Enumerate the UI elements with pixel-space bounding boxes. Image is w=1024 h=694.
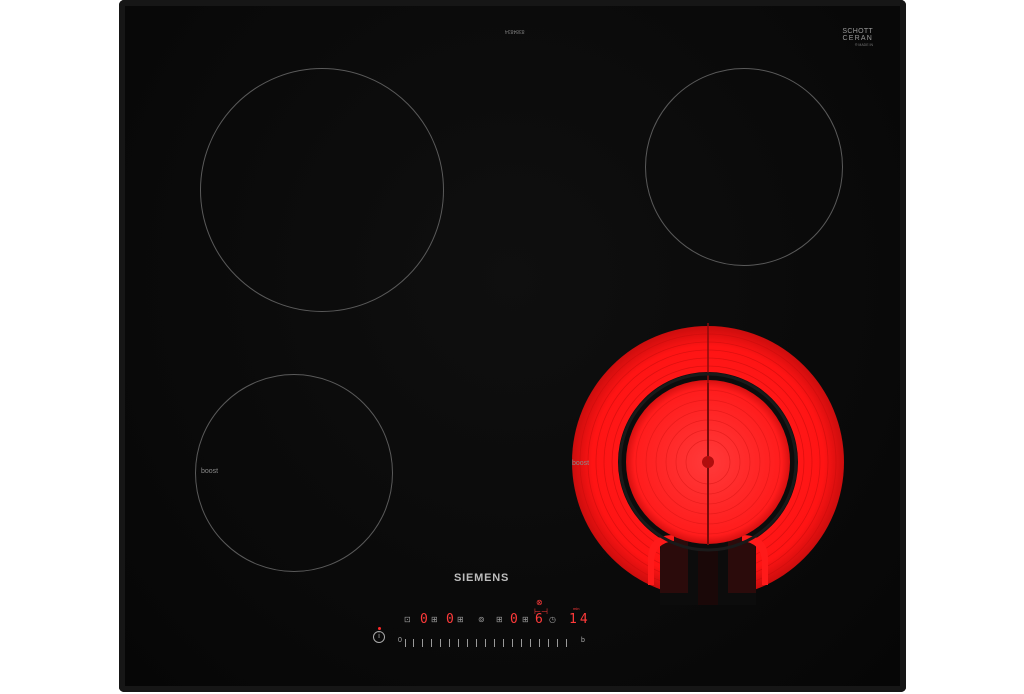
- glass-brand-line1: SCHOTT: [842, 28, 873, 35]
- hob-select-icon[interactable]: ⊡: [404, 616, 411, 624]
- zone-select-icon-4[interactable]: ⊞: [522, 616, 529, 624]
- glass-brand-line2: CERAN: [842, 35, 873, 42]
- display-zone-3: 0: [510, 612, 518, 627]
- glass-brand: SCHOTT CERAN ® MADE IN: [842, 28, 873, 48]
- power-slider[interactable]: [405, 637, 585, 647]
- display-zone-active: 6: [535, 612, 543, 627]
- slider-boost-label: b: [581, 637, 585, 644]
- boost-label-right: boost: [572, 460, 590, 467]
- display-zone-1: 0: [420, 612, 428, 627]
- cooking-zone-top-left: [200, 68, 444, 312]
- cooking-zone-top-right: [645, 68, 843, 266]
- zone-select-icon-3[interactable]: ⊞: [496, 616, 503, 624]
- zone-select-icon-2[interactable]: ⊞: [457, 616, 464, 624]
- zone-select-icon-1[interactable]: ⊞: [431, 616, 438, 624]
- timer-display: 14: [569, 612, 591, 627]
- slider-min-label: 0: [398, 637, 402, 644]
- glass-brand-line3: ® MADE IN: [854, 43, 873, 47]
- boost-label-left: boost: [201, 468, 219, 475]
- glass-surface: 8384834 SCHOTT CERAN ® MADE IN boost boo…: [125, 6, 900, 686]
- power-boost-icon[interactable]: ⊚: [478, 616, 485, 624]
- info-icon[interactable]: i: [373, 631, 385, 643]
- display-zone-2: 0: [446, 612, 454, 627]
- timer-icon[interactable]: ◷: [549, 616, 556, 624]
- top-code: 8384834: [505, 28, 525, 34]
- child-lock-icon: ⊗: [536, 598, 543, 607]
- brand-logo: SIEMENS: [454, 572, 510, 584]
- control-panel: ⊡ 0 ⊞ 0 ⊞ ⊚ ⊞ 0 ⊞ ⊗ ⊢⊣ 6 ◷ min 14 i 0 b: [365, 591, 625, 661]
- timer-unit-label: min: [573, 606, 580, 611]
- cooking-zone-bottom-right-active: [572, 323, 844, 605]
- power-indicator-led: [378, 627, 381, 630]
- cooking-zone-bottom-left: [195, 374, 393, 572]
- cooktop: 8384834 SCHOTT CERAN ® MADE IN boost boo…: [119, 0, 906, 692]
